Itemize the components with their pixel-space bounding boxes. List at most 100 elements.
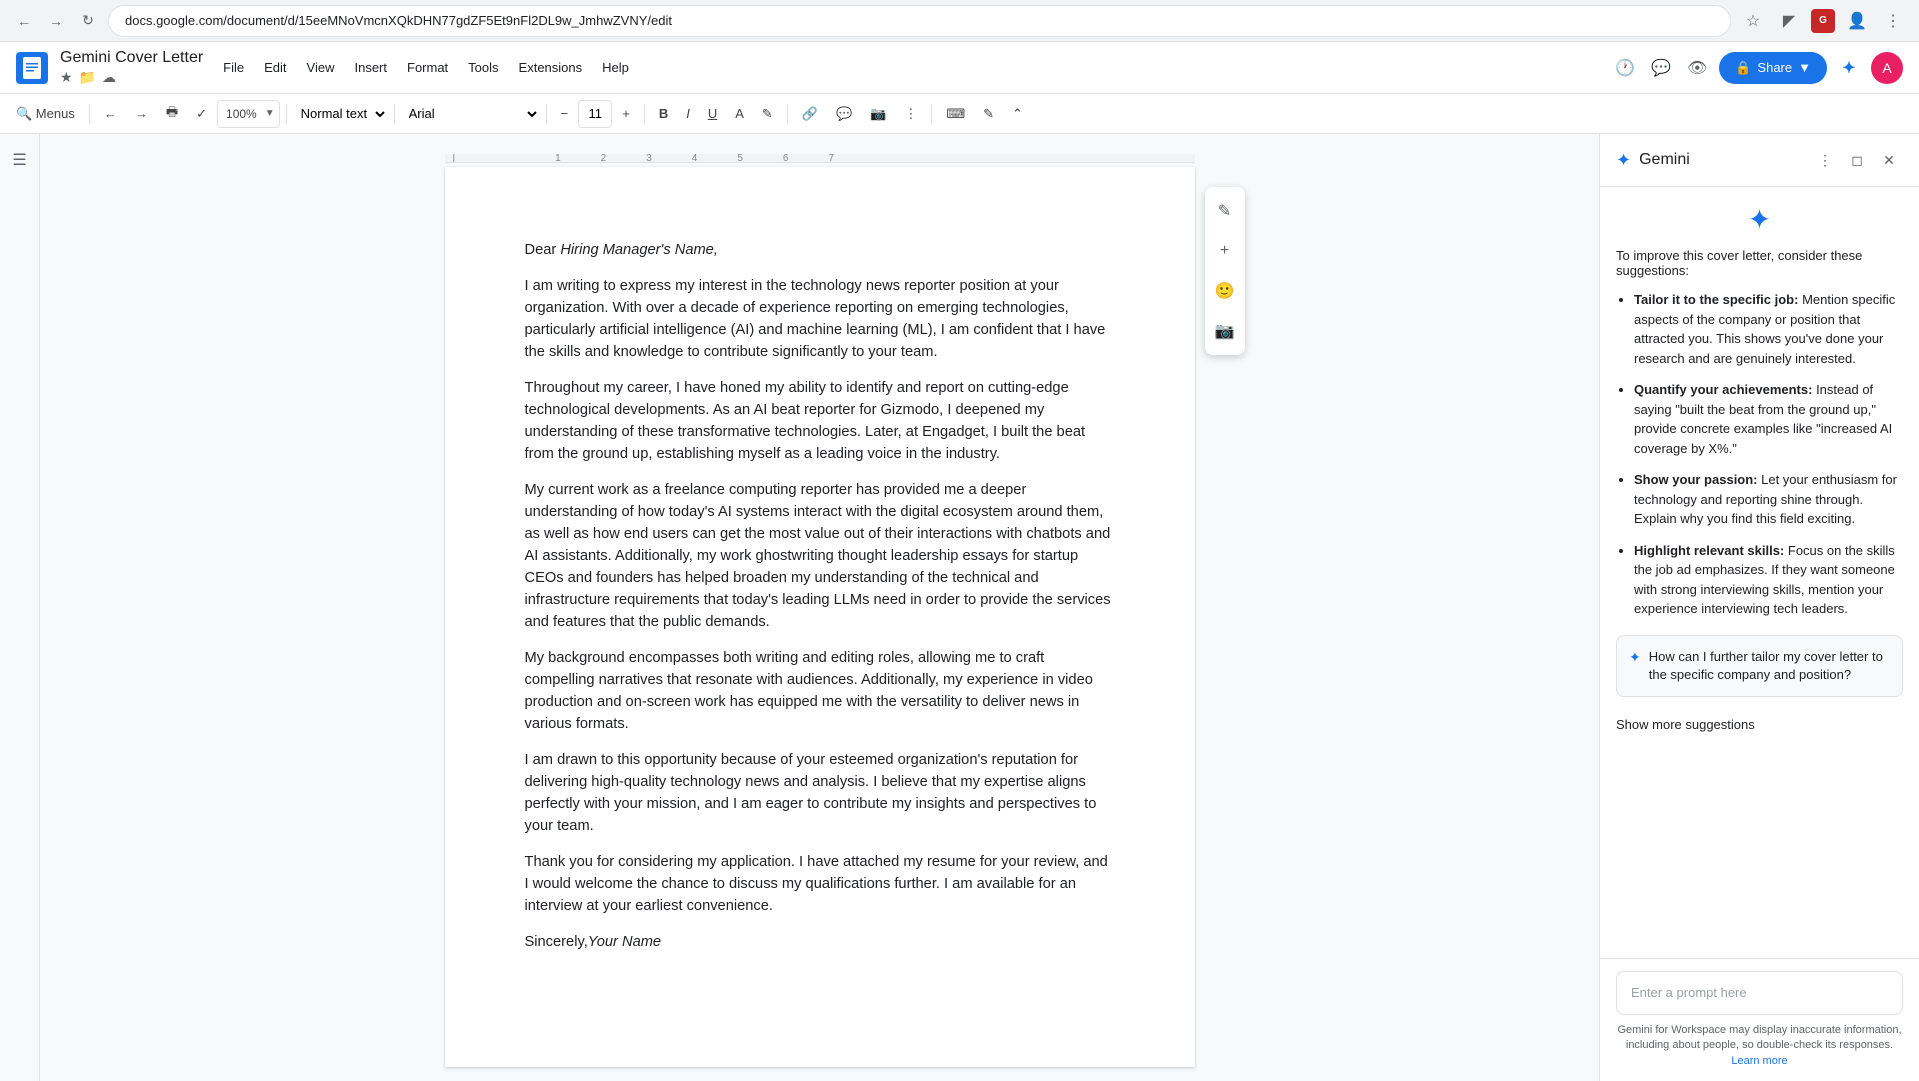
docs-title[interactable]: Gemini Cover Letter [60,49,203,67]
suggestion-3: Show your passion: Let your enthusiasm f… [1634,470,1903,529]
gemini-btn[interactable]: ✦ [1835,54,1863,82]
menu-view[interactable]: View [299,56,343,79]
salutation-italic: Hiring Manager's Name, [560,242,718,258]
gemini-star-icon: ✦ [1616,150,1631,171]
share-button[interactable]: 🔒 Share ▼ [1719,52,1827,84]
undo-button[interactable]: ← [96,100,125,128]
docs-header-right: 🕐 💬 👁 🔒 Share ▼ ✦ A [1611,52,1903,84]
salutation-text: Dear [525,242,561,258]
image-button[interactable]: 📷 [862,100,894,128]
highlight-button[interactable]: ✎ [754,100,781,128]
para-4: My background encompasses both writing a… [525,647,1115,735]
menu-edit[interactable]: Edit [256,56,294,79]
menu-tools[interactable]: Tools [460,56,506,79]
extension-badge[interactable]: G [1811,9,1835,33]
menu-icon[interactable]: ⋮ [1879,7,1907,35]
back-button[interactable]: ← [12,9,36,33]
ruler: | 1 2 3 4 5 6 7 [445,154,1195,163]
gemini-body: ✦ To improve this cover letter, consider… [1600,187,1919,958]
gemini-close-icon[interactable]: ✕ [1875,146,1903,174]
menu-insert[interactable]: Insert [346,56,395,79]
divider-6 [787,104,788,124]
show-more-button[interactable]: Show more suggestions [1616,709,1755,740]
gemini-panel: ✦ Gemini ⋮ ◻ ✕ ✦ To improve this cover l… [1599,134,1919,1081]
font-size-decrease[interactable]: − [553,100,577,128]
closing-italic: Your Name [588,934,661,950]
folder-icon[interactable]: 📁 [79,69,96,86]
learn-more-link[interactable]: Learn more [1731,1055,1787,1067]
profile-icon[interactable]: 👤 [1843,7,1871,35]
suggestion-1-label: Tailor it to the specific job: [1634,292,1802,307]
bookmark-icon[interactable]: ☆ [1739,7,1767,35]
question-star-icon: ✦ [1629,649,1641,666]
main-area: ☰ | 1 2 3 4 5 6 7 ✎ + 🙂 📷 [0,134,1919,1081]
suggestion-2: Quantify your achievements: Instead of s… [1634,380,1903,458]
docs-title-icons: ★ 📁 ☁ [60,69,203,86]
gemini-disclaimer: Gemini for Workspace may display inaccur… [1616,1023,1903,1069]
gemini-header-icons: ⋮ ◻ ✕ [1811,146,1903,174]
history-icon[interactable]: 🕐 [1611,54,1639,82]
salutation-para: Dear Hiring Manager's Name, [525,239,1115,261]
font-size-input[interactable] [579,106,611,121]
font-size-control[interactable] [578,100,612,128]
para-3: My current work as a freelance computing… [525,479,1115,633]
edit-tool-icon[interactable]: ✎ [1209,195,1241,227]
docs-menu: File Edit View Insert Format Tools Exten… [215,56,637,79]
gemini-more-icon[interactable]: ⋮ [1811,146,1839,174]
gemini-title: Gemini [1639,151,1803,169]
more-button[interactable]: ⋮ [896,100,925,128]
star-icon[interactable]: ★ [60,69,73,86]
browser-icons: ☆ ◤ G 👤 ⋮ [1739,7,1907,35]
bold-button[interactable]: B [651,100,676,128]
extensions-icon[interactable]: ◤ [1775,7,1803,35]
divider-7 [931,104,932,124]
cloud-icon[interactable]: ☁ [102,69,116,86]
address-bar[interactable]: docs.google.com/document/d/15eeMNoVmcnXQ… [108,5,1731,37]
underline-button[interactable]: U [700,100,725,128]
menu-extensions[interactable]: Extensions [511,56,591,79]
doc-area: | 1 2 3 4 5 6 7 ✎ + 🙂 📷 Dear Hiring Mana [40,134,1599,1081]
comment-button[interactable]: 💬 [828,100,860,128]
menu-format[interactable]: Format [399,56,456,79]
comments-icon[interactable]: 💬 [1647,54,1675,82]
divider-1 [89,104,90,124]
closing-text: Sincerely, [525,934,588,950]
spellcheck-button[interactable]: ✓ [188,100,215,128]
avatar[interactable]: A [1871,52,1903,84]
view-icon[interactable]: 👁 [1683,54,1711,82]
share-dropdown-icon: ▼ [1798,60,1811,75]
forward-button[interactable]: → [44,9,68,33]
zoom-control[interactable]: 100% ▼ [217,100,280,128]
emoji-tool-icon[interactable]: 🙂 [1209,275,1241,307]
suggestion-question[interactable]: ✦ How can I further tailor my cover lett… [1616,635,1903,697]
input-tools-button[interactable]: ⌨ [938,100,973,128]
print-button[interactable]: 🖶 [158,100,186,128]
font-select[interactable]: Arial Times New Roman Georgia [401,100,540,128]
gemini-footer: Enter a prompt here Gemini for Workspace… [1600,958,1919,1081]
refresh-button[interactable]: ↻ [76,9,100,33]
font-color-button[interactable]: A [727,100,752,128]
prompt-placeholder: Enter a prompt here [1631,985,1747,1000]
font-size-increase[interactable]: + [614,100,638,128]
prompt-input-area[interactable]: Enter a prompt here [1616,971,1903,1015]
edit-mode-button[interactable]: ✎ [975,100,1002,128]
suggestions-list: Tailor it to the specific job: Mention s… [1616,290,1903,619]
gemini-star-display: ✦ [1616,203,1903,236]
menu-help[interactable]: Help [594,56,637,79]
style-select[interactable]: Normal text Heading 1 Heading 2 [293,100,388,128]
gemini-expand-icon[interactable]: ◻ [1843,146,1871,174]
collapse-button[interactable]: ⌃ [1004,100,1031,128]
redo-button[interactable]: → [127,100,156,128]
para-1: I am writing to express my interest in t… [525,275,1115,363]
outline-icon[interactable]: ☰ [6,146,34,174]
zoom-value: 100% [218,100,265,128]
divider-4 [546,104,547,124]
closing-para: Sincerely,Your Name [525,931,1115,953]
italic-button[interactable]: I [678,100,698,128]
link-button[interactable]: 🔗 [794,100,826,128]
search-button[interactable]: 🔍 Menus [8,100,83,128]
disclaimer-text: Gemini for Workspace may display inaccur… [1617,1024,1901,1051]
image-tool-icon[interactable]: 📷 [1209,315,1241,347]
menu-file[interactable]: File [215,56,252,79]
add-tool-icon[interactable]: + [1209,235,1241,267]
